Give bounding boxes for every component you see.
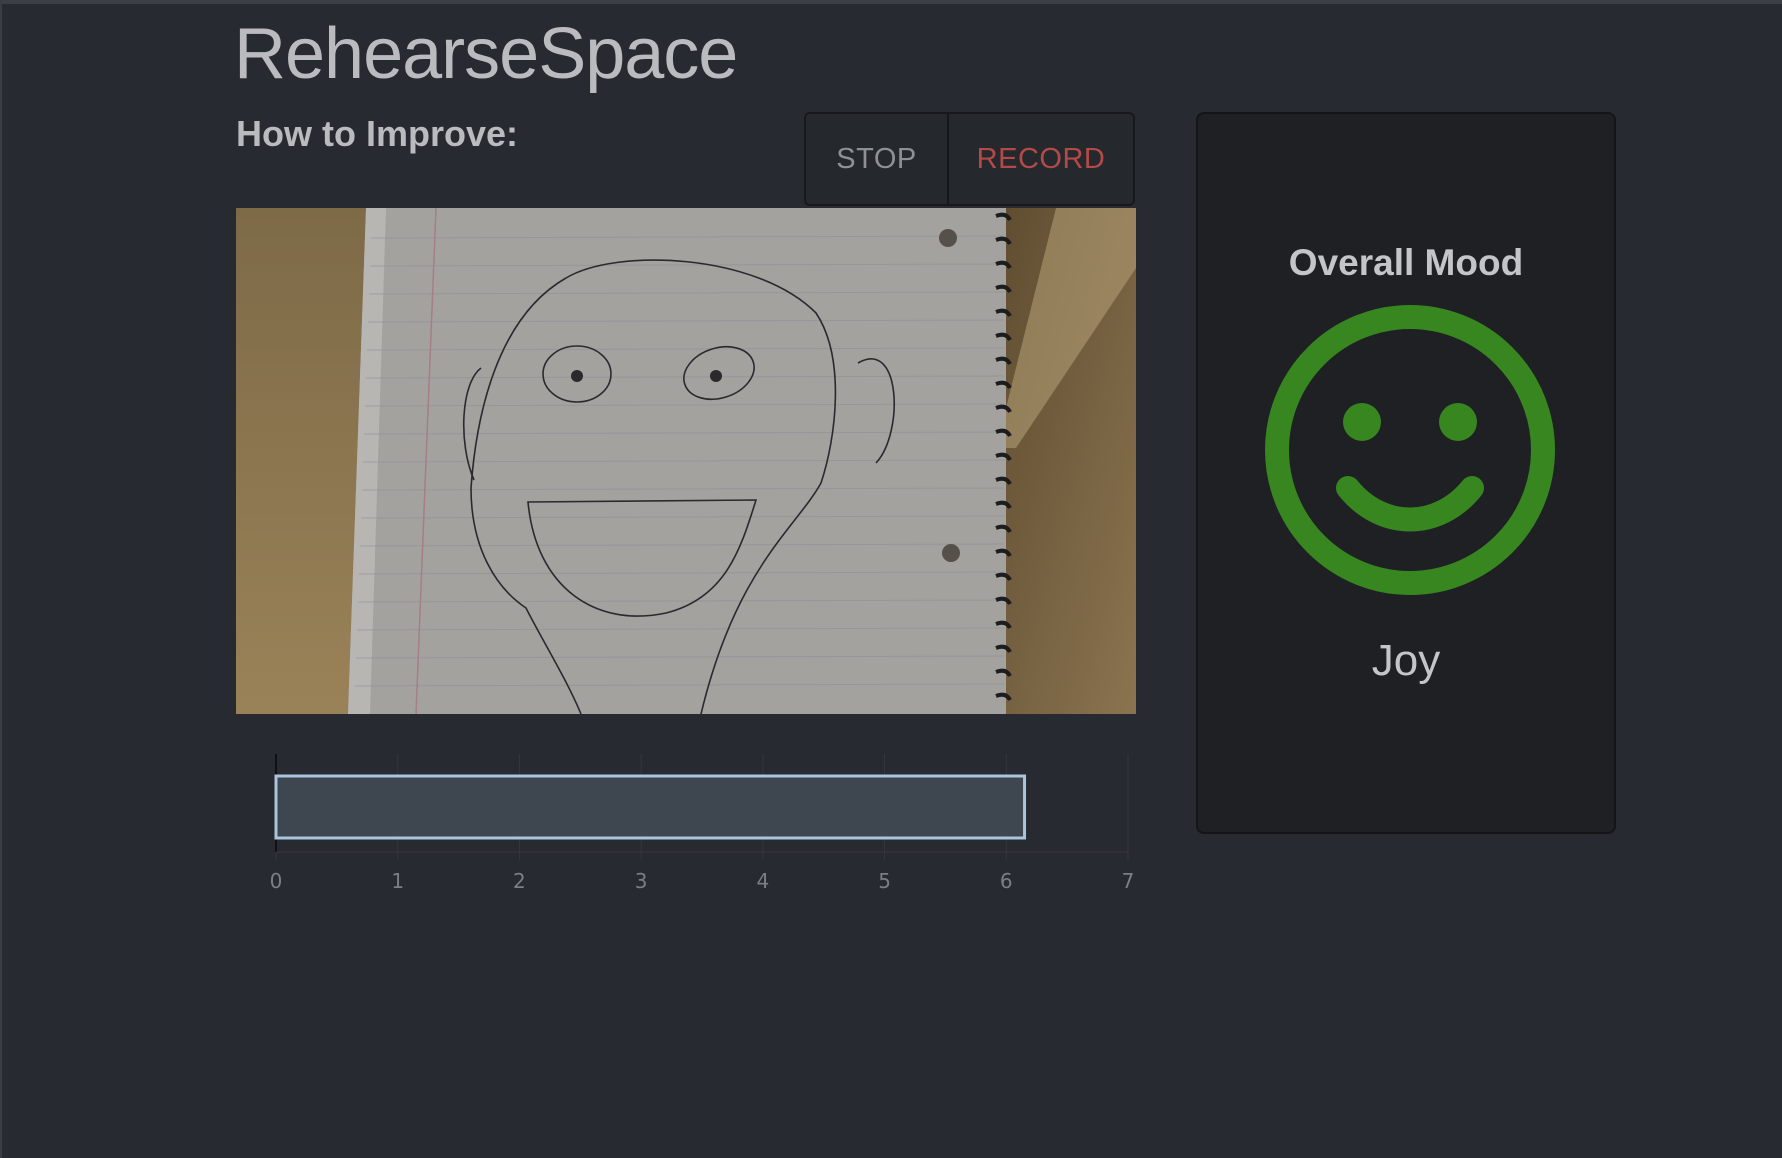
window-left-border [0, 0, 2, 1158]
mood-card: Overall Mood Joy [1196, 112, 1616, 834]
x-tick-label: 0 [270, 869, 283, 893]
webcam-frame [236, 208, 1136, 714]
mood-heading: Overall Mood [1288, 242, 1524, 283]
x-tick-label: 5 [878, 869, 891, 893]
drawn-left-pupil [571, 370, 583, 382]
improve-heading: How to Improve: [236, 113, 519, 154]
smiley-face-icon [1265, 305, 1555, 595]
app-title: RehearseSpace [234, 14, 738, 94]
x-tick-label: 7 [1122, 869, 1135, 893]
mood-label: Joy [1371, 636, 1441, 685]
x-tick-label: 2 [513, 869, 526, 893]
chart-canvas: 0 1 2 3 4 5 6 7 [270, 754, 1135, 893]
x-tick-label: 3 [635, 869, 648, 893]
stop-button[interactable]: STOP [806, 114, 949, 204]
smiley-mouth [1336, 476, 1484, 532]
x-tick-label: 6 [1000, 869, 1013, 893]
smiley-left-eye [1343, 403, 1381, 441]
smiley-outline [1265, 305, 1555, 595]
score-bar-chart: 0 1 2 3 4 5 6 7 [236, 750, 1136, 900]
webcam-video [236, 208, 1136, 714]
smiley-right-eye [1439, 403, 1477, 441]
x-tick-label: 1 [391, 869, 404, 893]
score-bar [274, 774, 1027, 840]
drawn-right-pupil [710, 370, 722, 382]
window-top-border [0, 0, 1782, 4]
record-button[interactable]: RECORD [949, 114, 1133, 204]
recording-controls: STOP RECORD [804, 112, 1135, 206]
x-tick-label: 4 [756, 869, 769, 893]
